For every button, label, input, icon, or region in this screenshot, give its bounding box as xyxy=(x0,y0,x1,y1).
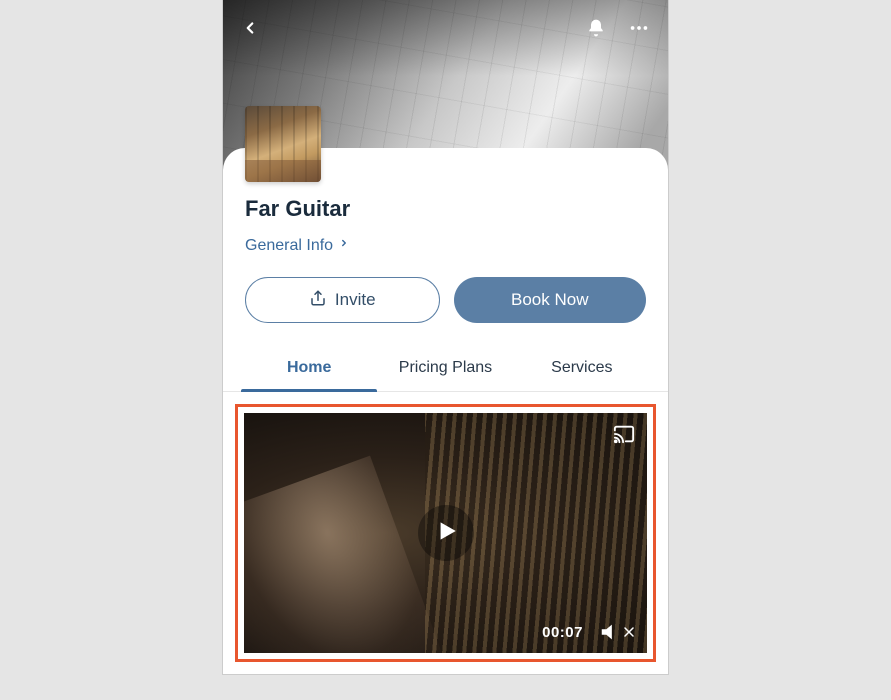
profile-card: Far Guitar General Info Invite Book Now … xyxy=(223,148,668,674)
invite-button[interactable]: Invite xyxy=(245,277,440,323)
home-feed: 00:07 xyxy=(223,392,668,674)
invite-label: Invite xyxy=(335,290,376,310)
tab-pricing-plans[interactable]: Pricing Plans xyxy=(377,347,513,391)
header-bar xyxy=(223,0,668,56)
video-player[interactable]: 00:07 xyxy=(244,413,647,653)
video-timecode: 00:07 xyxy=(542,624,583,641)
page-title: Far Guitar xyxy=(245,196,646,222)
play-icon xyxy=(433,518,459,549)
video-highlight-border: 00:07 xyxy=(235,404,656,662)
avatar-container xyxy=(245,106,321,182)
app-screen: Far Guitar General Info Invite Book Now … xyxy=(223,0,668,674)
tab-home[interactable]: Home xyxy=(241,347,377,391)
mute-button[interactable] xyxy=(599,621,635,643)
general-info-link[interactable]: General Info xyxy=(245,236,349,255)
profile-avatar[interactable] xyxy=(245,106,321,182)
chevron-right-icon xyxy=(339,236,349,255)
cast-icon[interactable] xyxy=(613,423,635,450)
general-info-label: General Info xyxy=(245,237,333,255)
profile-tabs: Home Pricing Plans Services xyxy=(223,347,668,392)
notifications-icon[interactable] xyxy=(586,18,606,38)
book-now-button[interactable]: Book Now xyxy=(454,277,647,323)
book-now-label: Book Now xyxy=(511,290,588,310)
share-icon xyxy=(309,289,327,312)
play-button[interactable] xyxy=(418,505,474,561)
action-buttons: Invite Book Now xyxy=(223,255,668,347)
tab-services[interactable]: Services xyxy=(514,347,650,391)
back-icon[interactable] xyxy=(241,19,259,37)
more-icon[interactable] xyxy=(628,17,650,39)
